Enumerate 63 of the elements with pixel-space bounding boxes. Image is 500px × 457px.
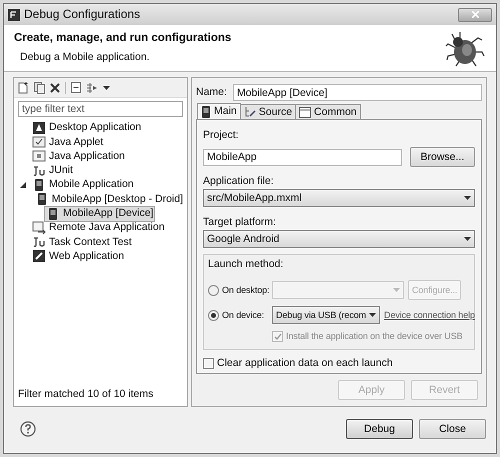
tree-item[interactable]: Web Application bbox=[30, 248, 126, 264]
application-file-label: Application file: bbox=[203, 175, 275, 188]
checkbox[interactable] bbox=[203, 358, 214, 369]
device-help-link[interactable]: Device connection help bbox=[384, 308, 475, 322]
source-icon bbox=[244, 106, 256, 118]
expander-icon[interactable] bbox=[20, 182, 26, 188]
tab[interactable]: Common bbox=[296, 104, 361, 119]
device-dropdown[interactable]: Debug via USB (recom bbox=[272, 306, 380, 324]
install-label: Install the application on the device over USB bbox=[286, 330, 463, 343]
project-label: Project: bbox=[203, 129, 240, 142]
project-field[interactable]: MobileApp bbox=[203, 148, 402, 166]
filter-field[interactable]: type filter text bbox=[18, 101, 183, 117]
debug-button[interactable]: Debug bbox=[346, 419, 413, 439]
target-platform-label: Target platform: bbox=[203, 216, 277, 229]
target-platform-dropdown[interactable]: Google Android bbox=[203, 230, 475, 248]
test-icon bbox=[32, 164, 46, 178]
radio-button[interactable] bbox=[208, 310, 219, 320]
tree-item[interactable]: Java Applet bbox=[30, 134, 106, 150]
delete-icon[interactable] bbox=[50, 82, 60, 92]
tree-item[interactable]: MobileApp [Desktop - Droid] bbox=[32, 191, 185, 208]
tree-item[interactable]: MobileApp [Device] bbox=[44, 206, 156, 222]
new-config-icon[interactable] bbox=[18, 82, 29, 94]
close-icon bbox=[472, 11, 478, 18]
dropdown-arrow-icon bbox=[369, 313, 376, 317]
on-device-label: On device: bbox=[222, 308, 264, 322]
dropdown-arrow-icon bbox=[464, 237, 471, 241]
tree-item[interactable]: Task Context Test bbox=[30, 234, 134, 250]
on-desktop-label: On desktop: bbox=[222, 284, 270, 296]
window-icon bbox=[32, 149, 46, 164]
dropdown-arrow-icon bbox=[464, 196, 471, 200]
tree-item[interactable]: Remote Java Application bbox=[30, 220, 167, 236]
tab[interactable]: Source bbox=[240, 104, 296, 119]
filter-status: Filter matched 10 of 10 items bbox=[18, 388, 154, 400]
phone-icon bbox=[32, 178, 46, 192]
help-icon[interactable] bbox=[20, 421, 36, 437]
launch-method-label: Launch method: bbox=[208, 258, 284, 271]
filter-icon[interactable] bbox=[86, 82, 98, 94]
tree-item[interactable]: Mobile Application bbox=[30, 176, 136, 193]
web-icon bbox=[32, 249, 46, 264]
header-subtitle: Debug a Mobile application. bbox=[19, 51, 151, 64]
tree-item[interactable]: JUnit bbox=[30, 162, 75, 179]
application-file-dropdown[interactable]: src/MobileApp.mxml bbox=[203, 189, 475, 207]
close-dialog-button[interactable]: Close bbox=[419, 419, 486, 439]
name-field[interactable]: MobileApp [Device] bbox=[232, 84, 482, 101]
tree-item[interactable]: Desktop Application bbox=[30, 120, 144, 136]
test-icon bbox=[32, 235, 46, 250]
applet-icon bbox=[32, 135, 46, 150]
dropdown-arrow-icon bbox=[393, 288, 400, 292]
duplicate-icon[interactable] bbox=[34, 82, 45, 94]
name-label: Name: bbox=[196, 86, 227, 99]
dropdown-arrow-icon[interactable] bbox=[103, 86, 110, 90]
app-logo-icon bbox=[8, 8, 20, 20]
app-icon bbox=[32, 120, 46, 135]
remote-icon bbox=[32, 220, 46, 235]
collapse-all-icon[interactable] bbox=[71, 82, 81, 93]
window-title: Debug Configurations bbox=[24, 8, 140, 21]
browse-button[interactable]: Browse... bbox=[410, 147, 475, 167]
tab[interactable]: Main bbox=[197, 103, 241, 119]
clear-data-label: Clear application data on each launch bbox=[217, 357, 393, 370]
close-button[interactable] bbox=[458, 8, 492, 22]
phone-icon bbox=[46, 206, 60, 221]
tree-item[interactable]: Java Application bbox=[30, 148, 127, 164]
header-title: Create, manage, and run configurations bbox=[14, 32, 232, 45]
